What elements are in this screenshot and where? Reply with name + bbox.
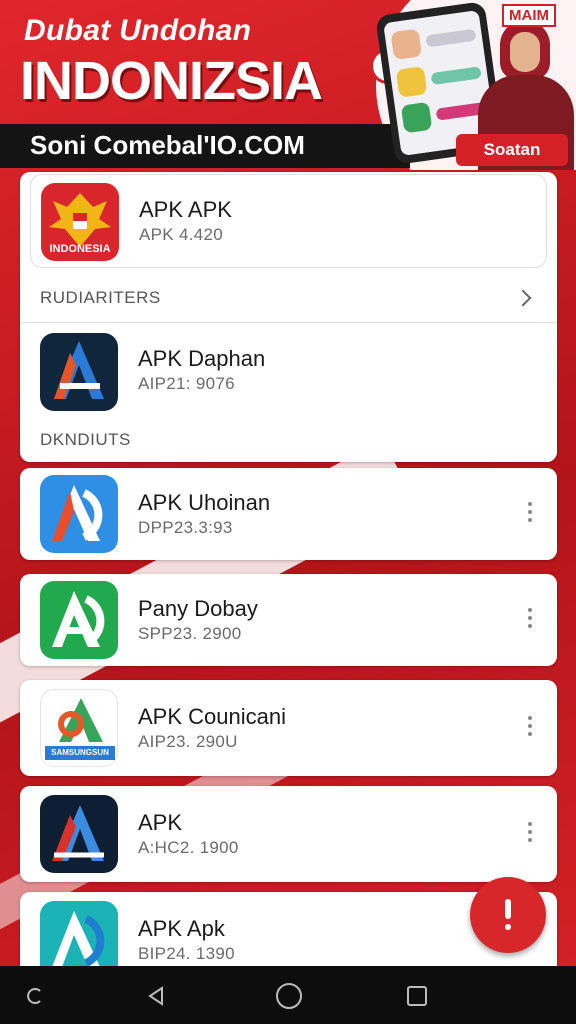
app-card[interactable]: APK A:HC2. 1900 [20, 786, 557, 882]
a-logo-blue-icon [40, 475, 118, 553]
more-vert-icon[interactable] [525, 820, 535, 844]
app-tile-icon [395, 66, 428, 98]
banner-title: INDONIZSIA [20, 51, 323, 111]
app-version: AIP21: 9076 [138, 374, 235, 393]
back-icon[interactable] [144, 983, 170, 1009]
chevron-right-icon[interactable] [514, 289, 532, 307]
more-vert-icon[interactable] [525, 606, 535, 630]
exclamation-icon [505, 899, 511, 919]
app-name: APK APK [139, 197, 232, 222]
a-logo-dark-red-icon [40, 795, 118, 873]
section-header: DKNDIUTS [40, 430, 131, 449]
banner-subtitle: Dubat Undohan [24, 14, 252, 47]
app-name: Pany Dobay [138, 596, 258, 621]
app-version: DPP23.3:93 [138, 518, 233, 537]
section-header[interactable]: RUDIARITERS [40, 288, 161, 308]
app-version: A:HC2. 1900 [138, 838, 239, 857]
home-icon[interactable] [276, 983, 302, 1009]
phone-ui-bar [425, 28, 477, 48]
phone-ui-bar [430, 66, 482, 86]
app-name: APK Daphan [138, 346, 266, 371]
avatar [390, 28, 423, 61]
recent-apps-icon[interactable] [407, 986, 427, 1006]
featured-card: INDONESIA APK APK APK 4.420 RUDIARITERS … [20, 172, 557, 462]
app-version: SPP23. 2900 [138, 624, 242, 643]
top-badge: MAIM [502, 4, 556, 27]
promo-banner[interactable]: Dubat Undohan INDONIZSIA Soni Comebal'IO… [0, 0, 576, 170]
system-nav-bar [0, 966, 576, 1024]
app-name: APK Apk [138, 916, 225, 941]
banner-strip-text: Soni Comebal'IO.COM [30, 130, 305, 160]
a-logo-green-icon [40, 581, 118, 659]
divider [20, 322, 557, 323]
banner-strip: Soni Comebal'IO.COM [0, 124, 410, 168]
app-tile-icon [400, 101, 433, 134]
more-vert-icon[interactable] [525, 714, 535, 738]
a-logo-dark-icon [40, 333, 118, 411]
app-version: BIP24. 1390 [138, 944, 235, 963]
app-card[interactable]: APK Uhoinan DPP23.3:93 [20, 468, 557, 560]
garuda-emblem-icon: INDONESIA [41, 183, 119, 261]
assistant-icon[interactable] [22, 983, 48, 1009]
app-name: APK Uhoinan [138, 490, 271, 515]
banner-action-button[interactable]: Soatan [456, 134, 568, 166]
app-version: APK 4.420 [139, 225, 223, 244]
a-logo-multicolor-icon: SAMSUNGSUN [40, 689, 118, 767]
emblem-label: INDONESIA [49, 243, 111, 255]
app-name: APK [138, 810, 183, 835]
list-item[interactable]: APK Daphan AIP21: 9076 [20, 324, 557, 420]
app-card[interactable]: Pany Dobay SPP23. 2900 [20, 574, 557, 666]
app-card[interactable]: SAMSUNGSUN APK Counicani AIP23. 290U [20, 680, 557, 776]
alert-fab-button[interactable] [470, 877, 546, 953]
featured-app-row[interactable]: INDONESIA APK APK APK 4.420 [30, 174, 547, 268]
more-vert-icon[interactable] [525, 500, 535, 524]
app-name: APK Counicani [138, 704, 286, 729]
icon-label: SAMSUNGSUN [51, 748, 109, 757]
app-version: AIP23. 290U [138, 732, 238, 751]
